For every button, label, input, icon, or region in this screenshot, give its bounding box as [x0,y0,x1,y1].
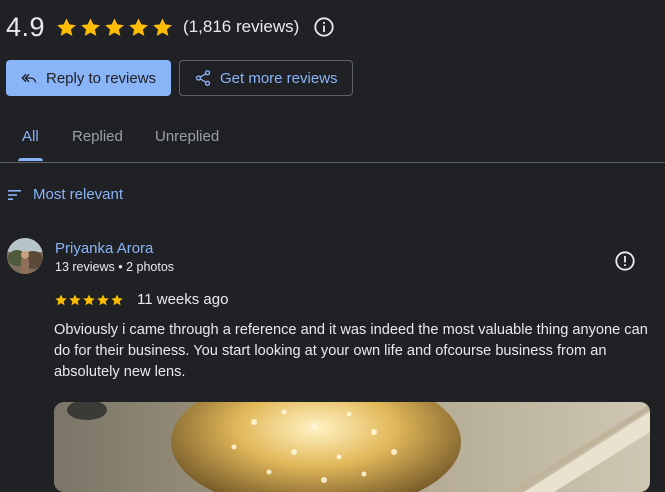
review-date: 11 weeks ago [137,291,229,308]
sort-label: Most relevant [33,186,124,203]
tab-replied[interactable]: Replied [72,128,123,145]
star-icon [111,293,123,305]
reply-all-icon [21,73,37,83]
star-icon [153,17,172,36]
share-icon [195,70,211,86]
star-icon [105,17,124,36]
active-tab-indicator [18,158,43,161]
info-icon[interactable] [313,16,335,38]
tab-all[interactable]: All [22,128,39,145]
reply-to-reviews-label: Reply to reviews [46,69,157,87]
rating-summary: 4.9 (1,816 reviews) [6,12,335,42]
avatar[interactable] [7,238,43,274]
tab-unreplied[interactable]: Unreplied [155,128,219,145]
star-icon [97,293,109,305]
chandelier-image [54,402,650,492]
star-icon [55,293,67,305]
review-tabs: All Replied Unreplied [0,118,665,163]
star-icon [69,293,81,305]
star-icon [57,17,76,36]
star-icon [81,17,100,36]
star-icon [129,17,148,36]
sort-icon [8,189,21,200]
review-rating: 11 weeks ago [54,291,228,308]
get-more-reviews-label: Get more reviews [220,69,338,87]
rating-value: 4.9 [6,11,46,42]
reviewer-name[interactable]: Priyanka Arora [55,240,153,257]
get-more-reviews-button[interactable]: Get more reviews [179,60,353,96]
reply-to-reviews-button[interactable]: Reply to reviews [6,60,171,96]
avatar-image [7,238,43,274]
review-text: Obviously i came through a reference and… [54,322,648,380]
review-count: (1,816 reviews) [183,17,300,36]
sort-button[interactable]: Most relevant [8,186,123,203]
reviewer-meta: 13 reviews • 2 photos [55,260,175,274]
rating-stars [55,16,175,39]
review-photo[interactable] [54,402,650,492]
star-icon [83,293,95,305]
report-icon[interactable] [614,250,636,272]
